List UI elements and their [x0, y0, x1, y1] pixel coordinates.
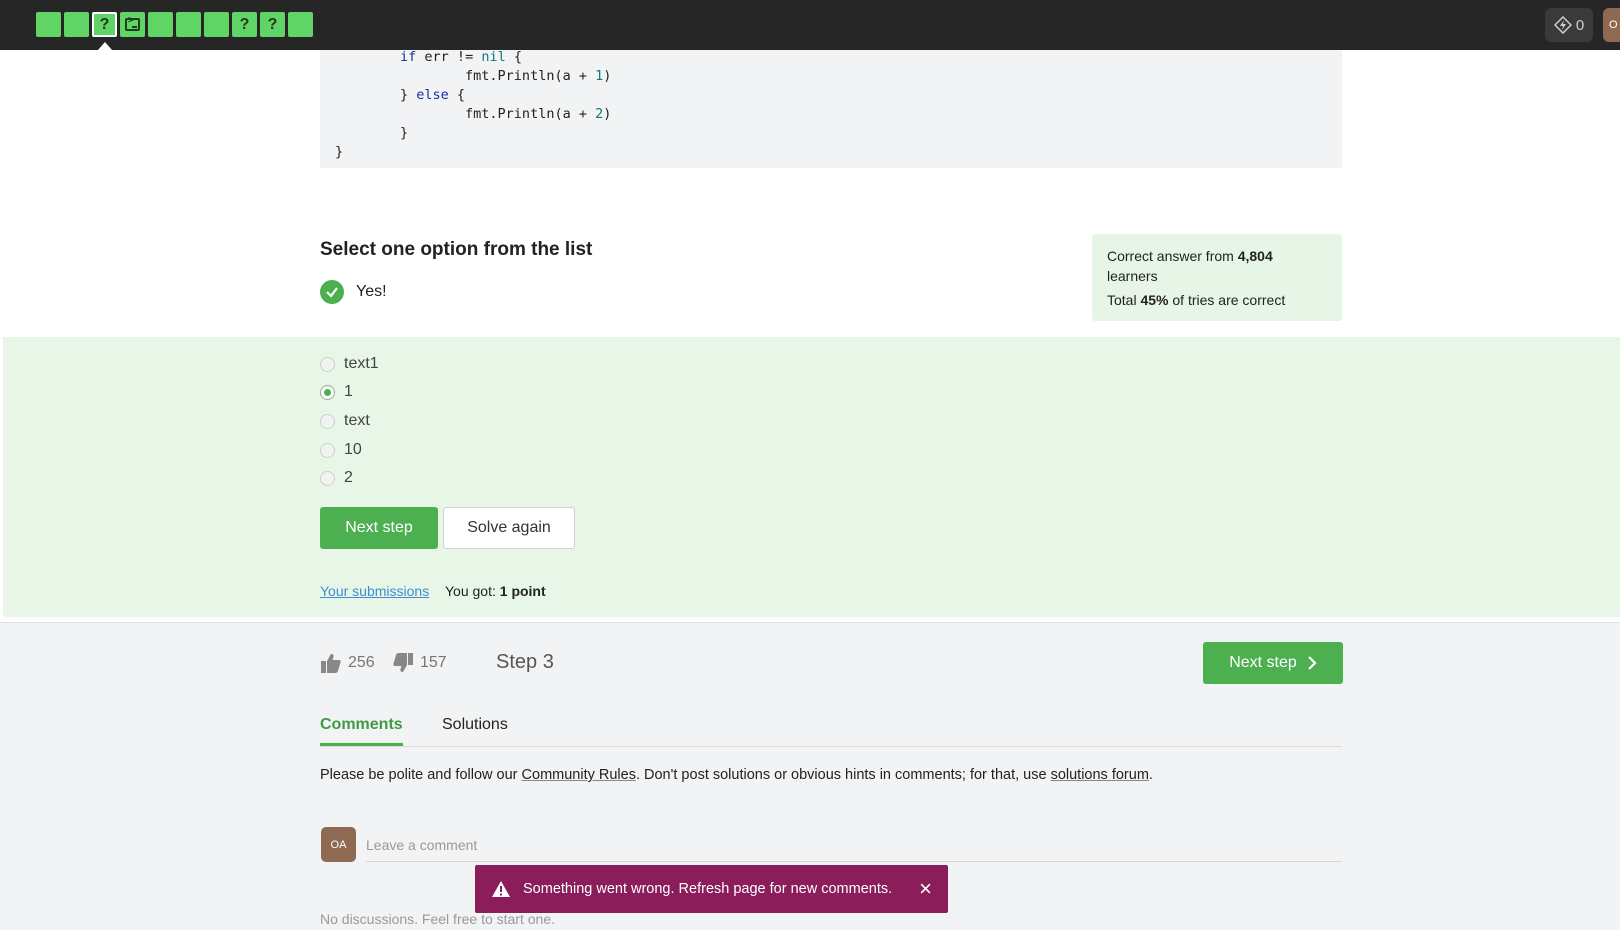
option-item[interactable]: 10 — [320, 441, 362, 459]
option-item[interactable]: 2 — [320, 469, 353, 487]
question-title: Select one option from the list — [320, 239, 593, 260]
thumbs-down-icon — [393, 653, 413, 672]
step-tile-3-current[interactable]: ? — [92, 12, 117, 50]
user-avatar[interactable]: O — [1603, 8, 1620, 42]
step-tile-9[interactable]: ? — [260, 12, 285, 37]
answer-area — [3, 337, 1620, 617]
energy-counter[interactable]: 0 — [1545, 8, 1593, 42]
radio-button[interactable] — [320, 356, 335, 372]
like-count: 256 — [348, 654, 375, 671]
option-label: text — [344, 412, 370, 429]
discussion-tabs: Comments Solutions — [320, 712, 1342, 747]
lightning-icon — [1553, 16, 1572, 34]
question-mark-icon: ? — [267, 15, 278, 33]
verdict: Yes! — [320, 280, 387, 304]
stats-percentage: Total 45% of tries are correct — [1107, 292, 1286, 308]
next-step-button[interactable]: Next step — [320, 507, 438, 549]
code-line: fmt.Println(a + 2) — [335, 106, 612, 122]
tab-solutions[interactable]: Solutions — [442, 716, 508, 743]
empty-discussion-message: No discussions. Feel free to start one. — [320, 911, 555, 927]
step-tile-6[interactable] — [176, 12, 201, 37]
answer-stats-panel: Correct answer from 4,804 learners Total… — [1092, 234, 1342, 321]
option-item[interactable]: 1 — [320, 383, 353, 401]
code-block: if err != nil { fmt.Println(a + 1) } els… — [320, 49, 1342, 168]
option-label: 1 — [344, 383, 353, 400]
like-button[interactable]: 256 — [320, 652, 375, 674]
terminal-icon — [125, 15, 140, 31]
tab-comments[interactable]: Comments — [320, 716, 403, 746]
dislike-count: 157 — [420, 654, 447, 671]
radio-button[interactable] — [320, 413, 335, 429]
question-mark-icon: ? — [239, 15, 250, 33]
radio-button[interactable] — [320, 442, 335, 458]
top-navigation-bar: ? ? ? 0 O — [0, 0, 1620, 50]
commenter-avatar: OA — [321, 827, 356, 862]
comment-rules-notice: Please be polite and follow our Communit… — [320, 767, 1153, 783]
step-tile-7[interactable] — [204, 12, 229, 37]
step-label: Step 3 — [496, 651, 554, 673]
next-step-label: Next step — [1229, 654, 1297, 671]
energy-count: 0 — [1575, 16, 1585, 34]
verdict-text: Yes! — [356, 283, 387, 300]
radio-button[interactable] — [320, 470, 335, 486]
correct-percent: 45% — [1140, 292, 1169, 308]
dislike-button[interactable]: 157 — [392, 652, 447, 674]
warning-icon — [492, 881, 510, 897]
close-icon[interactable]: × — [919, 878, 932, 900]
error-toast: Something went wrong. Refresh page for n… — [475, 865, 948, 913]
option-item[interactable]: text — [320, 412, 370, 430]
option-label: text1 — [344, 355, 379, 372]
option-item[interactable]: text1 — [320, 355, 379, 373]
comment-input[interactable] — [366, 828, 1342, 862]
code-line: } else { — [335, 87, 466, 103]
check-icon — [320, 280, 344, 304]
question-mark-icon: ? — [99, 15, 110, 33]
toast-message: Something went wrong. Refresh page for n… — [523, 881, 893, 897]
community-rules-link[interactable]: Community Rules — [522, 767, 636, 783]
step-tile-8[interactable]: ? — [232, 12, 257, 37]
score-text: You got: 1 point — [445, 583, 546, 599]
code-line: if err != nil { — [400, 49, 522, 65]
thumbs-up-icon — [321, 654, 341, 673]
solutions-forum-link[interactable]: solutions forum — [1051, 767, 1149, 783]
learners-count: 4,804 — [1237, 248, 1273, 264]
step-tile-2[interactable] — [64, 12, 89, 37]
step-tile-5[interactable] — [148, 12, 173, 37]
stats-learners: Correct answer from 4,804 learners — [1107, 248, 1273, 284]
your-submissions-link[interactable]: Your submissions — [320, 583, 429, 599]
code-line: } — [335, 144, 344, 160]
step-progress-bar: ? ? ? — [36, 12, 313, 50]
step-tile-4[interactable] — [120, 12, 145, 37]
points-value: 1 point — [499, 583, 546, 599]
option-label: 10 — [344, 441, 362, 458]
next-step-arrow-button[interactable]: Next step — [1203, 642, 1343, 684]
step-tile-1[interactable] — [36, 12, 61, 37]
solve-again-button[interactable]: Solve again — [443, 507, 575, 549]
code-line: fmt.Println(a + 1) — [335, 68, 612, 84]
chevron-right-icon — [1308, 656, 1317, 670]
radio-button-selected[interactable] — [320, 384, 335, 400]
code-line: } — [335, 125, 409, 141]
step-tile-10[interactable] — [288, 12, 313, 37]
option-label: 2 — [344, 469, 353, 486]
